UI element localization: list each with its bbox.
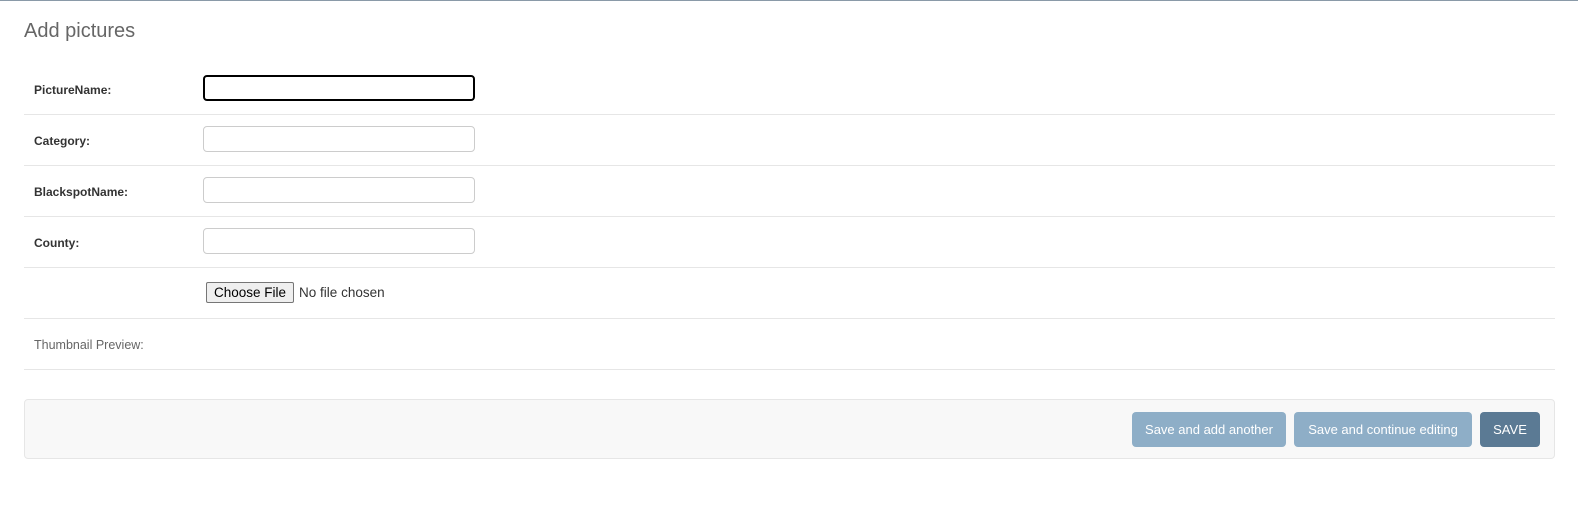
blackspot-name-input[interactable] [203,177,475,203]
picture-name-input[interactable] [203,75,475,101]
file-input[interactable]: Choose File No file chosen [206,282,385,303]
save-and-continue-button[interactable]: Save and continue editing [1294,412,1472,447]
file-status-text: No file chosen [299,285,385,300]
choose-file-button[interactable]: Choose File [206,282,295,303]
submit-row: Save and add another Save and continue e… [24,399,1555,459]
form-row-blackspot-name: BlackspotName: [24,166,1555,217]
save-button[interactable]: SAVE [1480,412,1540,447]
top-border [0,0,1578,1]
category-label: Category: [34,134,91,148]
page-title: Add pictures [24,20,136,42]
form-row-picture-name: PictureName: [24,64,1555,115]
save-and-add-another-button[interactable]: Save and add another [1132,412,1286,447]
blackspot-name-label: BlackspotName: [34,185,129,199]
form-fieldset: PictureName: Category: BlackspotName: Co… [24,64,1555,370]
form-row-thumbnail: Thumbnail Preview: [24,319,1555,370]
form-row-county: County: [24,217,1555,268]
thumbnail-preview-label: Thumbnail Preview: [34,338,144,352]
picture-name-label: PictureName: [34,83,112,97]
county-label: County: [34,236,80,250]
category-input[interactable] [203,126,475,152]
form-row-file: Choose File No file chosen [24,268,1555,319]
form-row-category: Category: [24,115,1555,166]
county-input[interactable] [203,228,475,254]
